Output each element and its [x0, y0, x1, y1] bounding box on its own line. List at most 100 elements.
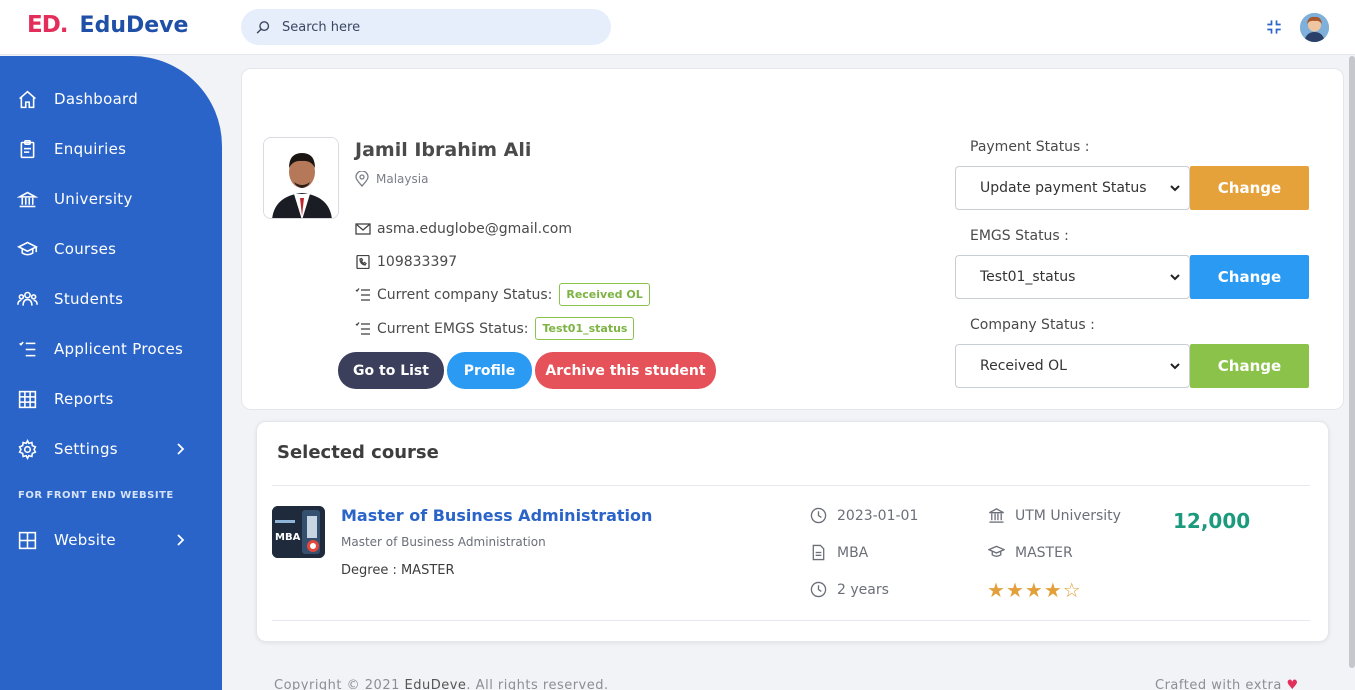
- star-filled-icon: ★: [987, 578, 1006, 602]
- emgs-status-badge: Test01_status: [535, 317, 635, 340]
- course-subtitle: Master of Business Administration: [341, 535, 546, 549]
- course-duration: 2 years: [810, 581, 889, 598]
- course-rating: ★ ★ ★ ★ ☆: [987, 578, 1082, 602]
- emgs-status-select[interactable]: Test01_status: [955, 255, 1190, 299]
- sidebar-item-label: Students: [54, 290, 124, 308]
- sidebar-item-reports[interactable]: Reports: [0, 379, 222, 419]
- sidebar-item-students[interactable]: Students: [0, 279, 222, 319]
- change-emgs-status-button[interactable]: Change: [1190, 255, 1309, 299]
- sidebar-item-label: University: [54, 190, 133, 208]
- checklist-icon: [355, 321, 370, 335]
- user-avatar[interactable]: [1300, 13, 1329, 42]
- divider: [272, 485, 1310, 486]
- page-scrollbar[interactable]: [1349, 56, 1355, 668]
- gear-icon: [16, 438, 38, 460]
- search-bar[interactable]: [241, 9, 611, 45]
- sidebar-item-label: Courses: [54, 240, 117, 258]
- footer-copyright-prefix: Copyright © 2021: [274, 678, 400, 690]
- profile-button[interactable]: Profile: [447, 352, 532, 389]
- footer-crafted-text: Crafted with extra: [1155, 678, 1282, 690]
- sidebar-item-settings[interactable]: Settings: [0, 429, 222, 469]
- sidebar-item-website[interactable]: Website: [0, 520, 222, 560]
- emgs-status-row: Current EMGS Status: Test01_status: [355, 317, 635, 340]
- course-level-text: MASTER: [1015, 544, 1073, 561]
- star-filled-icon: ★: [1005, 578, 1025, 602]
- exit-fullscreen-icon[interactable]: [1264, 17, 1284, 37]
- divider: [272, 620, 1310, 621]
- footer-crafted: Crafted with extra ♥: [1155, 678, 1299, 690]
- sidebar-section-label: FOR FRONT END WEBSITE: [18, 490, 174, 501]
- clipboard-icon: [16, 138, 38, 160]
- selected-course-card: Selected course MBA Master of Business A…: [256, 421, 1329, 642]
- grid-icon: [16, 388, 38, 410]
- graduation-cap-icon: [16, 238, 38, 260]
- checklist-icon: [16, 338, 38, 360]
- chevron-down-icon: [1170, 274, 1180, 281]
- home-icon: [16, 88, 38, 110]
- chevron-right-icon: [177, 534, 185, 546]
- company-status-row: Current company Status: Received OL: [355, 283, 650, 306]
- search-icon: [256, 20, 270, 34]
- selected-course-heading: Selected course: [277, 442, 439, 463]
- footer-copyright: Copyright © 2021 EduDeve. All rights res…: [274, 678, 609, 690]
- logo-mark: ED.: [27, 12, 69, 38]
- payment-status-select[interactable]: Update payment Status: [955, 166, 1190, 210]
- search-input[interactable]: [282, 19, 582, 35]
- student-location-text: Malaysia: [376, 172, 429, 186]
- student-phone: 109833397: [377, 254, 458, 270]
- company-status-select[interactable]: Received OL: [955, 344, 1190, 388]
- layout-icon: [16, 529, 38, 551]
- top-header: ED. EduDeve: [0, 0, 1355, 55]
- sidebar-item-courses[interactable]: Courses: [0, 229, 222, 269]
- student-phone-row: 109833397: [355, 254, 457, 270]
- sidebar-item-label: Applicent Proces: [54, 340, 184, 358]
- course-name-link[interactable]: Master of Business Administration: [341, 506, 652, 525]
- footer-brand-link[interactable]: EduDeve: [405, 678, 467, 690]
- student-email: asma.eduglobe@gmail.com: [377, 221, 572, 237]
- heart-icon: ♥: [1286, 678, 1299, 690]
- student-name: Jamil Ibrahim Ali: [355, 139, 532, 161]
- avatar-image: [1300, 13, 1329, 42]
- star-filled-icon: ★: [1024, 578, 1044, 602]
- chevron-right-icon: [177, 443, 185, 455]
- go-to-list-button[interactable]: Go to List: [338, 352, 444, 389]
- company-status-panel-label: Company Status :: [970, 317, 1095, 333]
- change-payment-status-button[interactable]: Change: [1190, 166, 1309, 210]
- clock-icon: [810, 581, 827, 598]
- sidebar-item-university[interactable]: University: [0, 179, 222, 219]
- course-degree: Degree : MASTER: [341, 563, 455, 578]
- student-photo: [263, 137, 339, 219]
- graduation-cap-icon: [988, 545, 1005, 557]
- emgs-status-label: Current EMGS Status:: [377, 320, 529, 337]
- course-duration-text: 2 years: [837, 581, 889, 598]
- chevron-down-icon: [1170, 185, 1180, 192]
- sidebar-item-label: Reports: [54, 390, 114, 408]
- mail-icon: [355, 223, 371, 235]
- archive-student-button[interactable]: Archive this student: [535, 352, 716, 389]
- course-university: UTM University: [988, 507, 1121, 524]
- student-email-row: asma.eduglobe@gmail.com: [355, 221, 572, 237]
- course-code: MBA: [810, 544, 868, 561]
- course-thumbnail[interactable]: MBA: [272, 506, 325, 558]
- sidebar-item-enquiries[interactable]: Enquiries: [0, 129, 222, 169]
- course-university-text: UTM University: [1015, 507, 1121, 524]
- payment-status-label: Payment Status :: [970, 139, 1090, 155]
- company-status-label: Current company Status:: [377, 286, 553, 303]
- app-logo[interactable]: ED. EduDeve: [27, 12, 188, 38]
- users-icon: [16, 288, 38, 310]
- emgs-status-select-value: Test01_status: [980, 269, 1076, 285]
- phone-icon: [356, 255, 370, 269]
- clock-icon: [810, 507, 827, 524]
- course-start-date: 2023-01-01: [810, 507, 918, 524]
- checklist-icon: [355, 287, 370, 301]
- course-level: MASTER: [988, 544, 1073, 561]
- sidebar: Dashboard Enquiries University Courses S…: [0, 56, 222, 690]
- student-photo-image: [264, 138, 338, 218]
- sidebar-item-label: Dashboard: [54, 90, 139, 108]
- emgs-status-panel-label: EMGS Status :: [970, 228, 1069, 244]
- company-status-select-value: Received OL: [980, 358, 1067, 374]
- change-company-status-button[interactable]: Change: [1190, 344, 1309, 388]
- sidebar-item-applicent-proces[interactable]: Applicent Proces: [0, 329, 222, 369]
- bank-icon: [16, 188, 38, 210]
- sidebar-item-dashboard[interactable]: Dashboard: [0, 79, 222, 119]
